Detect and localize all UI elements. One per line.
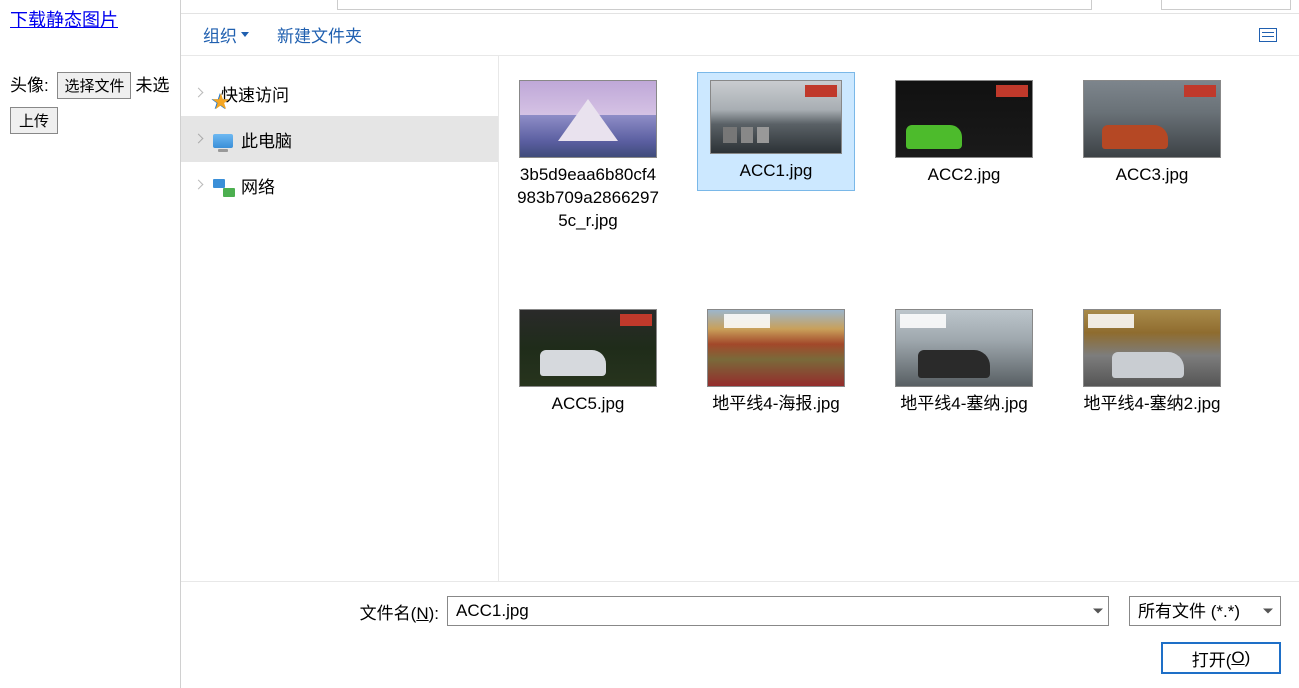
filetype-select[interactable]: 所有文件 (*.*) xyxy=(1129,596,1281,626)
new-folder-button[interactable]: 新建文件夹 xyxy=(277,22,362,47)
file-thumbnail xyxy=(519,309,657,387)
file-caption: ACC3.jpg xyxy=(1116,164,1189,187)
tree-item-label: 此电脑 xyxy=(241,127,292,152)
file-caption: ACC1.jpg xyxy=(740,160,813,183)
file-item[interactable]: ACC1.jpg xyxy=(697,72,855,241)
file-thumbnail xyxy=(895,309,1033,387)
filename-input[interactable] xyxy=(447,596,1109,626)
organize-menu[interactable]: 组织 xyxy=(203,22,249,47)
file-caption: 地平线4-海报.jpg xyxy=(712,393,840,416)
file-item[interactable]: ACC3.jpg xyxy=(1073,72,1231,241)
file-caption: 3b5d9eaa6b80cf4983b709a28662975c_r.jpg xyxy=(517,164,659,233)
file-thumbnail xyxy=(519,80,657,158)
address-bar[interactable] xyxy=(337,0,1092,10)
view-options-icon[interactable] xyxy=(1259,28,1277,42)
file-thumbnail xyxy=(895,80,1033,158)
pc-icon xyxy=(213,134,233,148)
upload-button[interactable]: 上传 xyxy=(10,107,58,134)
file-item[interactable]: ACC5.jpg xyxy=(509,301,667,424)
open-button[interactable]: 打开(O) xyxy=(1161,642,1281,674)
file-item[interactable]: 地平线4-海报.jpg xyxy=(697,301,855,424)
no-file-selected-text: 未选 xyxy=(135,76,169,95)
file-thumbnail xyxy=(707,309,845,387)
organize-label: 组织 xyxy=(203,22,237,47)
file-item[interactable]: ACC2.jpg xyxy=(885,72,1043,241)
choose-file-button[interactable]: 选择文件 xyxy=(57,72,131,99)
file-caption: ACC2.jpg xyxy=(928,164,1001,187)
file-thumbnail xyxy=(1083,309,1221,387)
file-caption: 地平线4-塞纳.jpg xyxy=(900,393,1028,416)
file-caption: 地平线4-塞纳2.jpg xyxy=(1084,393,1221,416)
file-open-dialog: 组织 新建文件夹 快速访问 此电脑 网络 xyxy=(180,0,1299,688)
dropdown-caret-icon xyxy=(241,32,249,37)
dialog-address-bar-area xyxy=(181,0,1299,14)
tree-item-network[interactable]: 网络 xyxy=(181,162,498,208)
chevron-right-icon xyxy=(195,180,205,190)
file-item[interactable]: 3b5d9eaa6b80cf4983b709a28662975c_r.jpg xyxy=(509,72,667,241)
tree-item-this-pc[interactable]: 此电脑 xyxy=(181,116,498,162)
navigation-tree: 快速访问 此电脑 网络 xyxy=(181,56,499,581)
tree-item-quick-access[interactable]: 快速访问 xyxy=(181,70,498,116)
chevron-right-icon xyxy=(195,134,205,144)
tree-item-label: 快速访问 xyxy=(221,81,289,106)
file-item[interactable]: 地平线4-塞纳2.jpg xyxy=(1073,301,1231,424)
download-static-image-link[interactable]: 下载静态图片 xyxy=(10,10,118,30)
file-caption: ACC5.jpg xyxy=(552,393,625,416)
avatar-label: 头像: xyxy=(10,76,49,95)
file-thumbnail xyxy=(710,80,842,154)
file-grid: 3b5d9eaa6b80cf4983b709a28662975c_r.jpg AC… xyxy=(499,56,1299,581)
filename-label: 文件名(N): xyxy=(181,599,439,624)
dialog-toolbar: 组织 新建文件夹 xyxy=(181,14,1299,56)
tree-item-label: 网络 xyxy=(241,173,275,198)
file-item[interactable]: 地平线4-塞纳.jpg xyxy=(885,301,1043,424)
chevron-right-icon xyxy=(195,88,205,98)
file-thumbnail xyxy=(1083,80,1221,158)
network-icon xyxy=(213,179,233,195)
search-field[interactable] xyxy=(1161,0,1291,10)
